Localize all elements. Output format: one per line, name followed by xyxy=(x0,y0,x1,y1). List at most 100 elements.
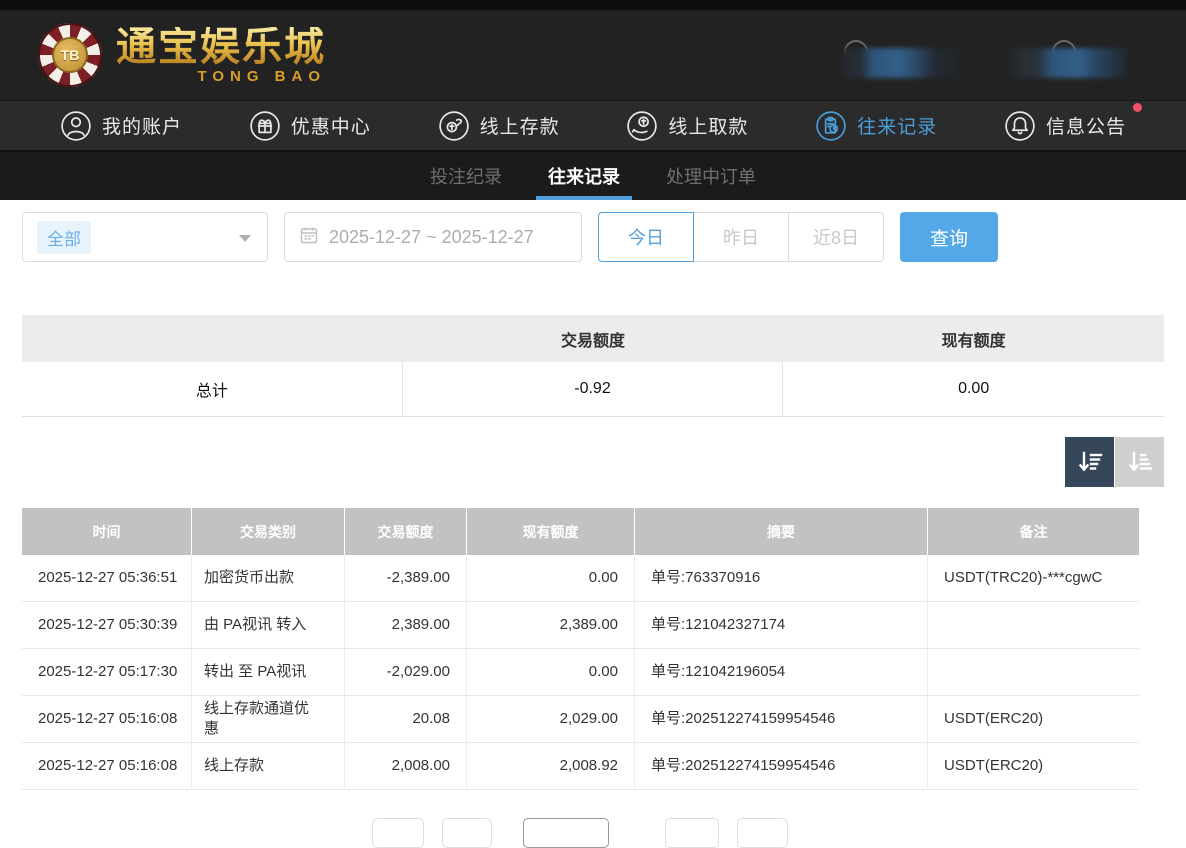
pagination-first-button[interactable] xyxy=(372,818,424,848)
chevron-down-icon xyxy=(239,235,251,242)
cell-note xyxy=(928,649,1139,695)
nav-item-withdraw[interactable]: 线上取款 xyxy=(626,110,748,142)
bell-icon xyxy=(1004,110,1036,142)
summary-header-empty xyxy=(22,315,403,362)
cell-time: 2025-12-27 05:17:30 xyxy=(22,649,192,695)
nav-label: 我的账户 xyxy=(102,112,182,139)
cell-amount: 20.08 xyxy=(345,696,467,742)
cell-amount: 2,389.00 xyxy=(345,602,467,648)
cell-time: 2025-12-27 05:16:08 xyxy=(22,743,192,789)
summary-current-total: 0.00 xyxy=(783,362,1164,416)
transactions-table: 时间 交易类别 交易额度 现有额度 摘要 备注 2025-12-27 05:36… xyxy=(22,508,1139,790)
cell-summary: 单号:121042196054 xyxy=(635,649,928,695)
sort-descending-button[interactable] xyxy=(1065,437,1114,487)
cell-summary: 单号:202512274159954546 xyxy=(635,696,928,742)
tab-pending-orders[interactable]: 处理中订单 xyxy=(664,152,758,200)
cell-balance: 0.00 xyxy=(467,649,635,695)
pagination-prev-button[interactable] xyxy=(442,818,492,848)
cell-type: 加密货币出款 xyxy=(192,555,345,601)
col-header-summary: 摘要 xyxy=(635,508,928,555)
brand-logo[interactable]: TB 通宝娱乐城 TONG BAO xyxy=(38,23,326,87)
main-navigation: 我的账户 优惠中心 线上存款 xyxy=(0,100,1186,152)
nav-label: 优惠中心 xyxy=(291,112,371,139)
cell-type: 线上存款通道优惠 xyxy=(192,696,345,742)
gift-icon xyxy=(249,110,281,142)
nav-item-transactions[interactable]: 往来记录 xyxy=(815,110,937,142)
quick-today-button[interactable]: 今日 xyxy=(598,212,694,262)
col-header-time: 时间 xyxy=(22,508,192,555)
cell-summary: 单号:763370916 xyxy=(635,555,928,601)
col-header-note: 备注 xyxy=(928,508,1139,555)
redacted-value-blur xyxy=(1010,48,1128,78)
cell-note: USDT(TRC20)-***cgwC xyxy=(928,555,1139,601)
cell-summary: 单号:121042327174 xyxy=(635,602,928,648)
redacted-username xyxy=(1010,46,1128,80)
cell-note: USDT(ERC20) xyxy=(928,696,1139,742)
summary-transaction-total: -0.92 xyxy=(403,362,784,416)
date-range-input[interactable]: 2025-12-27 ~ 2025-12-27 xyxy=(284,212,582,262)
quick-yesterday-button[interactable]: 昨日 xyxy=(693,212,789,262)
cell-balance: 0.00 xyxy=(467,555,635,601)
tab-transaction-records[interactable]: 往来记录 xyxy=(546,152,622,200)
redacted-balance xyxy=(842,46,960,80)
poker-chip-icon: TB xyxy=(38,23,102,87)
table-row: 2025-12-27 05:30:39 由 PA视讯 转入 2,389.00 2… xyxy=(22,602,1139,649)
nav-label: 往来记录 xyxy=(857,112,937,139)
nav-item-announcements[interactable]: 信息公告 xyxy=(1004,110,1126,142)
cell-time: 2025-12-27 05:36:51 xyxy=(22,555,192,601)
cell-time: 2025-12-27 05:16:08 xyxy=(22,696,192,742)
cell-amount: -2,029.00 xyxy=(345,649,467,695)
quick-range-group: 今日 昨日 近8日 xyxy=(598,212,884,262)
col-header-balance: 现有额度 xyxy=(467,508,635,555)
sort-ascending-button[interactable] xyxy=(1115,437,1164,487)
nav-item-my-account[interactable]: 我的账户 xyxy=(60,110,182,142)
summary-header-transaction: 交易额度 xyxy=(403,315,784,362)
col-header-type: 交易类别 xyxy=(192,508,345,555)
notification-dot xyxy=(1133,103,1142,112)
account-info-area xyxy=(842,46,1128,80)
redacted-value-blur xyxy=(842,48,960,78)
col-header-amount: 交易额度 xyxy=(345,508,467,555)
nav-label: 线上存款 xyxy=(480,112,560,139)
records-icon xyxy=(815,110,847,142)
cell-note: USDT(ERC20) xyxy=(928,743,1139,789)
brand-subtitle: TONG BAO xyxy=(116,69,326,84)
calendar-icon xyxy=(299,225,319,250)
nav-label: 信息公告 xyxy=(1046,112,1126,139)
date-range-value: 2025-12-27 ~ 2025-12-27 xyxy=(329,227,534,248)
selected-category-tag[interactable]: 全部 xyxy=(37,221,91,254)
nav-item-promotions[interactable]: 优惠中心 xyxy=(249,110,371,142)
brand-text: 通宝娱乐城 TONG BAO xyxy=(116,27,326,84)
chip-monogram: TB xyxy=(52,37,88,73)
search-button[interactable]: 查询 xyxy=(900,212,998,262)
cell-time: 2025-12-27 05:30:39 xyxy=(22,602,192,648)
cell-balance: 2,029.00 xyxy=(467,696,635,742)
sub-navigation: 投注纪录 往来记录 处理中订单 xyxy=(0,152,1186,200)
brand-title: 通宝娱乐城 xyxy=(116,27,326,67)
table-header-row: 时间 交易类别 交易额度 现有额度 摘要 备注 xyxy=(22,508,1139,555)
nav-item-deposit[interactable]: 线上存款 xyxy=(438,110,560,142)
summary-header-row: 交易额度 现有额度 xyxy=(22,315,1164,362)
quick-last8days-button[interactable]: 近8日 xyxy=(788,212,884,262)
table-row: 2025-12-27 05:36:51 加密货币出款 -2,389.00 0.0… xyxy=(22,555,1139,602)
pagination-page-select[interactable] xyxy=(523,818,609,848)
cell-amount: -2,389.00 xyxy=(345,555,467,601)
pagination-last-button[interactable] xyxy=(737,818,788,848)
top-header: TB 通宝娱乐城 TONG BAO xyxy=(0,10,1186,100)
tab-bet-records[interactable]: 投注纪录 xyxy=(428,152,504,200)
pagination-next-button[interactable] xyxy=(665,818,719,848)
cell-type: 转出 至 PA视讯 xyxy=(192,649,345,695)
deposit-icon xyxy=(438,110,470,142)
cell-type: 线上存款 xyxy=(192,743,345,789)
nav-label: 线上取款 xyxy=(668,112,748,139)
cell-amount: 2,008.00 xyxy=(345,743,467,789)
withdraw-icon xyxy=(626,110,658,142)
summary-header-current: 现有额度 xyxy=(783,315,1164,362)
table-row: 2025-12-27 05:16:08 线上存款通道优惠 20.08 2,029… xyxy=(22,696,1139,743)
user-icon xyxy=(60,110,92,142)
cell-type: 由 PA视讯 转入 xyxy=(192,602,345,648)
category-select[interactable]: 全部 xyxy=(22,212,268,262)
table-row: 2025-12-27 05:16:08 线上存款 2,008.00 2,008.… xyxy=(22,743,1139,790)
table-row: 2025-12-27 05:17:30 转出 至 PA视讯 -2,029.00 … xyxy=(22,649,1139,696)
filter-bar: 全部 2025-12-27 ~ 2025-12-27 今日 昨日 近8日 查询 xyxy=(22,212,1164,262)
